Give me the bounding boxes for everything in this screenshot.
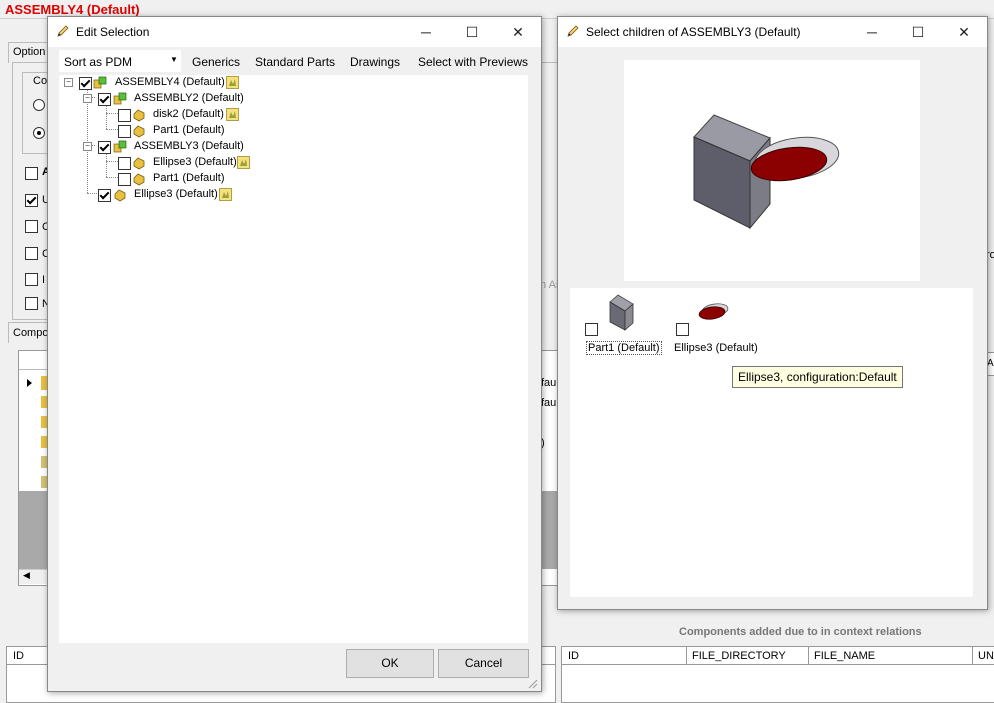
menu-drawings[interactable]: Drawings (350, 55, 400, 69)
tree-node-label[interactable]: Ellipse3 (Default) (134, 188, 218, 204)
tree-node-label[interactable]: Ellipse3 (Default) (153, 156, 237, 172)
ok-button[interactable]: OK (346, 649, 434, 678)
assembly-icon (113, 92, 127, 106)
edit-selection-titlebar[interactable]: Edit Selection ─ ☐ ✕ (48, 17, 541, 47)
pencil-icon (57, 25, 69, 37)
maximize-button[interactable]: ☐ (895, 17, 941, 47)
checkbox-option-a[interactable] (25, 167, 38, 180)
grid-header-file-directory: FILE_DIRECTORY (692, 650, 786, 662)
tree-node-checkbox[interactable] (118, 125, 131, 138)
preview-icon[interactable] (219, 188, 232, 201)
close-button[interactable]: ✕ (941, 17, 987, 47)
children-list: Part1 (Default) Ellipse3 (Default) Ellip… (570, 288, 973, 597)
child-checkbox-ellipse3[interactable] (676, 323, 689, 336)
tree-node-checkbox[interactable] (118, 173, 131, 186)
tab-options[interactable]: Option (8, 42, 52, 63)
tree-node-label[interactable]: Part1 (Default) (153, 172, 225, 188)
options-group-label: Co (33, 75, 48, 87)
child-label-ellipse3[interactable]: Ellipse3 (Default) (674, 342, 758, 354)
tree-node-checkbox[interactable] (98, 93, 111, 106)
options-group: Co (22, 72, 50, 154)
context-relations-grid: ID FILE_DIRECTORY FILE_NAME UN (561, 646, 994, 703)
part-icon (132, 124, 146, 138)
minimize-button[interactable]: ─ (849, 17, 895, 47)
grid-header-id: ID (568, 650, 579, 662)
preview-icon[interactable] (226, 108, 239, 121)
preview-icon[interactable] (226, 76, 239, 89)
edit-selection-dialog: Edit Selection ─ ☐ ✕ Sort as PDM ▼ Gener… (47, 16, 542, 692)
maximize-button[interactable]: ☐ (449, 17, 495, 47)
ellipse3-tooltip: Ellipse3, configuration:Default (732, 366, 903, 388)
checkbox-option-c1[interactable] (25, 220, 38, 233)
assembly-3d-preview (693, 114, 840, 230)
select-children-titlebar[interactable]: Select children of ASSEMBLY3 (Default) ─… (558, 17, 987, 47)
tree-node-label[interactable]: ASSEMBLY3 (Default) (134, 140, 244, 156)
part-icon (113, 188, 127, 202)
tree-collapse-toggle[interactable]: − (83, 142, 92, 151)
radio-option-1[interactable] (33, 99, 45, 111)
part-icon (132, 108, 146, 122)
tree-node-checkbox[interactable] (79, 77, 92, 90)
part1-thumbnail[interactable] (606, 292, 636, 332)
checkbox-option-i-label: I (42, 274, 46, 286)
component-tree: − ASSEMBLY4 (Default) − ASSEMBLY2 (Defau… (59, 75, 528, 643)
tree-node-checkbox[interactable] (118, 157, 131, 170)
select-children-title: Select children of ASSEMBLY3 (Default) (586, 25, 801, 39)
sort-dropdown-value: Sort as PDM (64, 55, 133, 69)
ellipse3-thumbnail[interactable] (696, 300, 730, 326)
menu-select-with-previews[interactable]: Select with Previews (418, 55, 528, 69)
tab-options-label: Option (13, 46, 46, 58)
grid-header-fragment-label: AF (987, 358, 994, 369)
radio-option-2[interactable] (33, 127, 45, 139)
sort-dropdown[interactable]: Sort as PDM ▼ (59, 50, 181, 72)
checkbox-option-i[interactable] (25, 273, 38, 286)
tree-node-label[interactable]: disk2 (Default) (153, 108, 224, 124)
checkbox-option-u[interactable] (25, 194, 38, 207)
assembly-icon (93, 76, 107, 90)
menu-standard-parts[interactable]: Standard Parts (255, 55, 335, 69)
grid-header-file-name: FILE_NAME (814, 650, 876, 662)
tree-node-label[interactable]: ASSEMBLY4 (Default) (115, 76, 225, 92)
main-window-title: ASSEMBLY4 (Default) (5, 2, 140, 17)
edit-selection-menubar: Sort as PDM ▼ Generics Standard Parts Dr… (48, 47, 541, 77)
context-relations-title: Components added due to in context relat… (679, 626, 922, 638)
chevron-down-icon: ▼ (170, 55, 178, 64)
row-selector-arrow-icon (27, 379, 32, 387)
checkbox-option-c2[interactable] (25, 247, 38, 260)
select-children-dialog: Select children of ASSEMBLY3 (Default) ─… (557, 16, 988, 610)
tree-node-checkbox[interactable] (118, 109, 131, 122)
cancel-button[interactable]: Cancel (438, 649, 529, 678)
resize-grip-icon[interactable] (526, 677, 538, 689)
pencil-icon (567, 25, 579, 37)
minimize-button[interactable]: ─ (403, 17, 449, 47)
tree-node-label[interactable]: Part1 (Default) (153, 124, 225, 140)
tree-collapse-toggle[interactable]: − (83, 94, 92, 103)
child-label-part1[interactable]: Part1 (Default) (586, 341, 662, 355)
tab-components[interactable]: Compo (8, 322, 52, 343)
checkbox-option-n[interactable] (25, 297, 38, 310)
scroll-left-icon[interactable]: ◀ (23, 570, 30, 581)
part-icon (132, 172, 146, 186)
assembly-icon (113, 140, 127, 154)
bottom-left-grid-header-id: ID (13, 650, 24, 662)
tree-node-checkbox[interactable] (98, 141, 111, 154)
assembly-preview (624, 60, 920, 281)
part-icon (132, 156, 146, 170)
preview-icon[interactable] (237, 156, 250, 169)
close-button[interactable]: ✕ (495, 17, 541, 47)
tree-node-checkbox[interactable] (98, 189, 111, 202)
tree-collapse-toggle[interactable]: − (64, 78, 73, 87)
tab-components-label: Compo (13, 327, 49, 339)
grid-header-unit: UN (978, 650, 994, 662)
tree-node-label[interactable]: ASSEMBLY2 (Default) (134, 92, 244, 108)
child-checkbox-part1[interactable] (585, 323, 598, 336)
menu-generics[interactable]: Generics (192, 55, 240, 69)
edit-selection-title: Edit Selection (76, 25, 150, 39)
